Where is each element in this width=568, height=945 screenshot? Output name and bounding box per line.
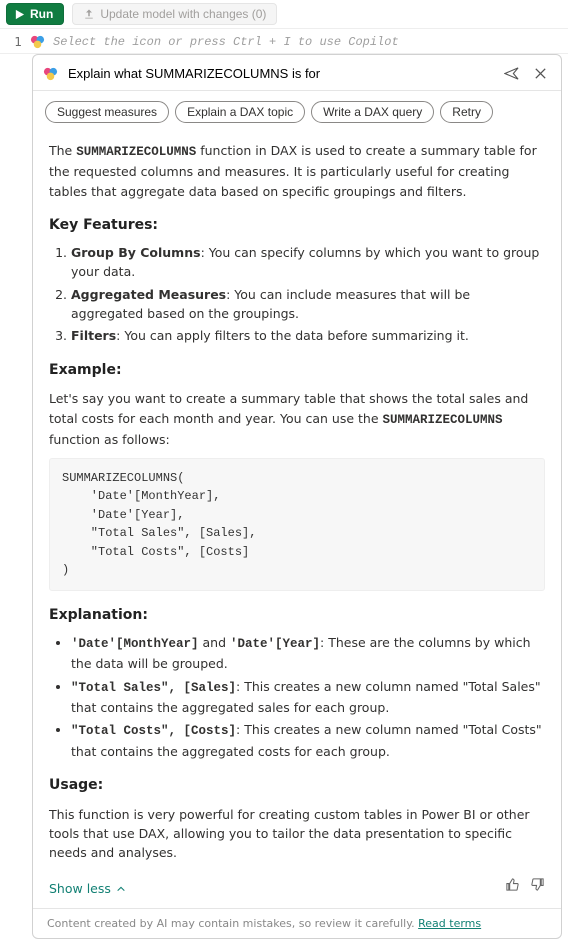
explanation-heading: Explanation:	[49, 605, 545, 627]
key-features-list: Group By Columns: You can specify column…	[49, 243, 545, 346]
usage-heading: Usage:	[49, 775, 545, 797]
example-heading: Example:	[49, 360, 545, 382]
feedback-controls	[505, 877, 545, 892]
list-item: Filters: You can apply filters to the da…	[71, 326, 545, 345]
list-item: Group By Columns: You can specify column…	[71, 243, 545, 282]
play-icon	[14, 9, 25, 20]
update-label: Update model with changes (0)	[100, 7, 266, 21]
line-number: 1	[12, 35, 22, 49]
explanation-list: 'Date'[MonthYear] and 'Date'[Year]: Thes…	[49, 633, 545, 761]
close-icon	[533, 66, 548, 81]
send-button[interactable]	[501, 63, 522, 84]
copilot-input[interactable]	[66, 65, 493, 82]
list-item: "Total Sales", [Sales]: This creates a n…	[71, 677, 545, 718]
chip-retry[interactable]: Retry	[440, 101, 493, 123]
disclaimer-text: Content created by AI may contain mistak…	[47, 917, 418, 930]
response-content: The SUMMARIZECOLUMNS function in DAX is …	[33, 127, 561, 908]
send-icon	[504, 66, 519, 81]
run-label: Run	[30, 7, 53, 21]
chip-explain-dax-topic[interactable]: Explain a DAX topic	[175, 101, 305, 123]
copilot-icon[interactable]	[30, 34, 45, 49]
list-item: Aggregated Measures: You can include mea…	[71, 285, 545, 324]
panel-footer: Content created by AI may contain mistak…	[33, 908, 561, 938]
show-less-toggle[interactable]: Show less	[49, 879, 126, 898]
thumbs-up-icon[interactable]	[505, 877, 520, 892]
list-item: "Total Costs", [Costs]: This creates a n…	[71, 720, 545, 761]
chip-write-dax-query[interactable]: Write a DAX query	[311, 101, 434, 123]
usage-text: This function is very powerful for creat…	[49, 805, 545, 863]
copilot-icon	[43, 66, 58, 81]
list-item: 'Date'[MonthYear] and 'Date'[Year]: Thes…	[71, 633, 545, 674]
close-button[interactable]	[530, 63, 551, 84]
editor-placeholder[interactable]: Select the icon or press Ctrl + I to use…	[53, 35, 399, 49]
copilot-panel: Suggest measures Explain a DAX topic Wri…	[32, 54, 562, 939]
update-model-button: Update model with changes (0)	[72, 3, 277, 25]
chip-suggest-measures[interactable]: Suggest measures	[45, 101, 169, 123]
editor-row: 1 Select the icon or press Ctrl + I to u…	[0, 28, 568, 54]
read-terms-link[interactable]: Read terms	[418, 917, 481, 930]
chevron-up-icon	[116, 884, 126, 894]
code-block: SUMMARIZECOLUMNS( 'Date'[MonthYear], 'Da…	[49, 458, 545, 592]
run-button[interactable]: Run	[6, 3, 64, 25]
example-intro: Let's say you want to create a summary t…	[49, 389, 545, 449]
intro-paragraph: The SUMMARIZECOLUMNS function in DAX is …	[49, 141, 545, 201]
key-features-heading: Key Features:	[49, 215, 545, 237]
suggestion-chips: Suggest measures Explain a DAX topic Wri…	[33, 91, 561, 127]
panel-header	[33, 55, 561, 91]
upload-icon	[83, 8, 95, 20]
thumbs-down-icon[interactable]	[530, 877, 545, 892]
